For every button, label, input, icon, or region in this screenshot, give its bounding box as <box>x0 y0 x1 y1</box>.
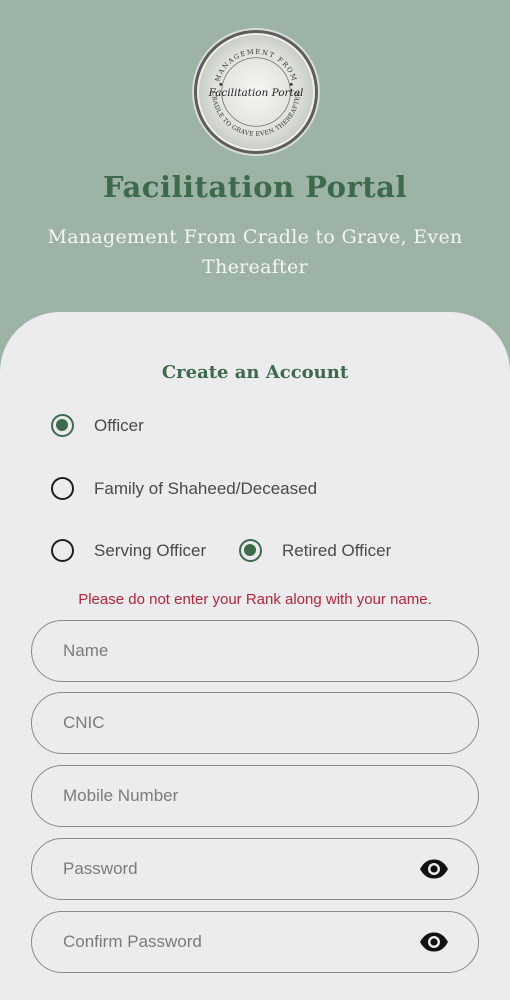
header: MANAGEMENT FROM Facilitation Portal CRAD… <box>0 0 510 330</box>
radio-label: Serving Officer <box>94 540 207 560</box>
radio-label: Retired Officer <box>282 540 392 560</box>
radio-officer[interactable]: Officer <box>51 414 144 437</box>
name-field[interactable] <box>31 620 479 682</box>
portal-logo: MANAGEMENT FROM Facilitation Portal CRAD… <box>194 30 318 154</box>
radio-label: Family of Shaheed/Deceased <box>94 478 318 498</box>
confirm-password-input[interactable] <box>32 912 478 972</box>
cnic-field[interactable] <box>31 692 479 754</box>
radio-unchecked-icon <box>51 539 74 562</box>
logo-center-text: Facilitation Portal <box>208 87 304 99</box>
name-input[interactable] <box>32 621 478 681</box>
app-title: Facilitation Portal <box>103 170 407 204</box>
form-title: Create an Account <box>161 362 349 383</box>
radio-checked-icon <box>239 539 262 562</box>
radio-unchecked-icon <box>51 477 74 500</box>
mobile-field[interactable] <box>31 765 479 827</box>
radio-family-of-shaheed[interactable]: Family of Shaheed/Deceased <box>51 477 317 500</box>
eye-icon[interactable] <box>419 857 449 881</box>
rank-warning: Please do not enter your Rank along with… <box>78 591 432 608</box>
cnic-input[interactable] <box>32 693 478 753</box>
radio-checked-icon <box>51 414 74 437</box>
radio-label: Officer <box>94 415 144 435</box>
radio-retired-officer[interactable]: Retired Officer <box>239 539 391 562</box>
mobile-input[interactable] <box>32 766 478 826</box>
confirm-password-field[interactable] <box>31 911 479 973</box>
password-input[interactable] <box>32 839 478 899</box>
password-field[interactable] <box>31 838 479 900</box>
app-subtitle: Management From Cradle to Grave, Even Th… <box>47 226 463 278</box>
radio-serving-officer[interactable]: Serving Officer <box>51 539 206 562</box>
eye-icon[interactable] <box>419 930 449 954</box>
signup-card: Create an Account Officer Family of Shah… <box>0 312 510 1000</box>
